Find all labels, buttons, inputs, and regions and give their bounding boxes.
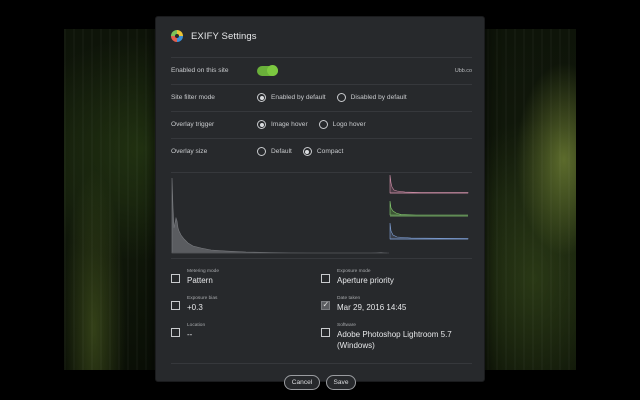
field-value: Pattern [187,276,213,285]
field-label: Exposure bias [187,296,218,301]
checkbox-metering-mode[interactable] [171,274,180,283]
screen: EXIFY Settings Enabled on this site Ubb.… [0,0,640,400]
overlay-trigger-option-image[interactable]: Image hover [257,120,308,129]
field-body: Exposure bias +0.3 [187,295,217,313]
enabled-label: Enabled on this site [171,67,229,74]
save-button[interactable]: Save [326,375,356,390]
overlay-trigger-row: Overlay trigger Image hover Logo hover [171,111,472,137]
field-exposure-mode: Exposure mode Aperture priority [321,268,394,286]
field-exposure-bias: Exposure bias +0.3 [171,295,217,313]
dialog-header: EXIFY Settings [171,28,257,44]
aperture-logo-icon [171,30,183,42]
field-label: Metering mode [187,269,219,274]
exif-fields: Metering mode Pattern Exposure mode Aper… [171,268,472,351]
histogram-graphic [171,174,469,254]
radio-label: Disabled by default [350,94,407,101]
overlay-size-option-compact[interactable]: Compact [302,147,344,156]
radio-selected[interactable] [257,93,266,102]
field-label: Exposure mode [337,269,371,274]
field-body: Location -- [187,322,205,340]
radio-label: Enabled by default [271,94,326,101]
field-body: Software Adobe Photoshop Lightroom 5.7 (… [337,322,457,351]
checkbox-exposure-bias[interactable] [171,301,180,310]
checkbox-software[interactable] [321,328,330,337]
filter-mode-option-disabled[interactable]: Disabled by default [336,93,407,102]
toggle-knob [267,65,278,76]
overlay-size-label: Overlay size [171,148,208,155]
radio-selected[interactable] [302,147,312,156]
red-channel-histogram [389,174,469,194]
radio-label: Logo hover [332,121,366,128]
field-value: -- [187,330,193,339]
overlay-trigger-label: Overlay trigger [171,121,215,128]
dialog-footer: Cancel Save [171,363,472,390]
overlay-size-row: Overlay size Default Compact [171,138,472,164]
radio-label: Default [271,148,292,155]
field-body: Exposure mode Aperture priority [337,268,394,286]
field-body: Metering mode Pattern [187,268,219,286]
blue-channel-histogram [389,222,469,240]
overlay-trigger-option-logo[interactable]: Logo hover [318,120,366,129]
field-label: Software [337,323,356,328]
dialog-title: EXIFY Settings [191,30,257,42]
radio-unselected[interactable] [257,147,266,156]
field-metering-mode: Metering mode Pattern [171,268,219,286]
field-value: Mar 29, 2016 14:45 [337,303,407,312]
field-label: Date taken [337,296,361,301]
histogram-preview [171,172,472,259]
enabled-row: Enabled on this site Ubb.co [171,57,472,83]
field-value: +0.3 [187,303,203,312]
site-name: Ubb.co [454,67,472,74]
field-date-taken: Date taken Mar 29, 2016 14:45 [321,295,406,313]
radio-label: Image hover [271,121,308,128]
checkbox-location[interactable] [171,328,180,337]
radio-selected[interactable] [257,120,266,129]
checkbox-date-taken[interactable] [321,300,330,310]
field-label: Location [187,323,206,328]
radio-unselected[interactable] [336,93,346,102]
filter-mode-row: Site filter mode Enabled by default Disa… [171,84,472,110]
settings-dialog: EXIFY Settings Enabled on this site Ubb.… [155,16,485,390]
radio-label: Compact [316,148,344,155]
checkbox-exposure-mode[interactable] [321,274,330,283]
field-location: Location -- [171,322,205,340]
overlay-size-option-default[interactable]: Default [257,147,292,156]
filter-mode-label: Site filter mode [171,94,215,101]
field-value: Aperture priority [337,276,394,285]
luminance-histogram [171,177,388,254]
filter-mode-option-enabled[interactable]: Enabled by default [257,93,326,102]
field-body: Date taken Mar 29, 2016 14:45 [337,295,406,313]
field-software: Software Adobe Photoshop Lightroom 5.7 (… [321,322,457,351]
field-value: Adobe Photoshop Lightroom 5.7 (Windows) [337,330,452,350]
green-channel-histogram [389,200,468,217]
enabled-toggle[interactable] [257,65,278,76]
cancel-button[interactable]: Cancel [284,375,320,390]
radio-unselected[interactable] [318,120,328,129]
